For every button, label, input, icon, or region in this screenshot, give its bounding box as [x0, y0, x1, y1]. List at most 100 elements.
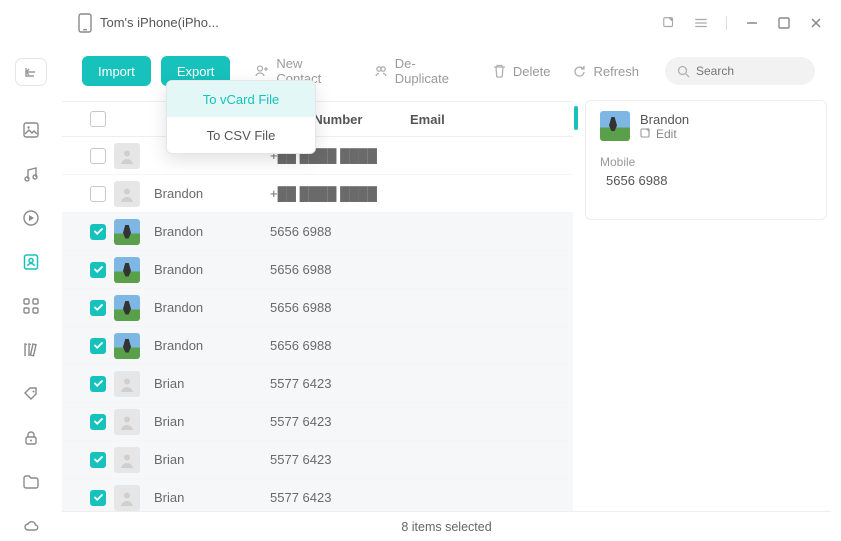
- cell-phone: 5577 6423: [270, 452, 410, 467]
- avatar-photo: [114, 333, 140, 359]
- toolbar: Import Export New Contact De-Duplicate D…: [62, 46, 831, 100]
- export-dropdown: To vCard File To CSV File: [166, 80, 316, 154]
- table-row[interactable]: Brandon5656 6988: [62, 327, 573, 365]
- trash-icon: [492, 63, 507, 79]
- delete-label: Delete: [513, 64, 551, 79]
- row-checkbox[interactable]: [90, 186, 106, 202]
- nav-photos[interactable]: [16, 115, 46, 145]
- refresh-label: Refresh: [593, 64, 639, 79]
- avatar-placeholder-icon: [114, 181, 140, 207]
- edit-note-icon[interactable]: [662, 16, 676, 30]
- cell-name: Brandon: [150, 338, 270, 353]
- nav-books[interactable]: [16, 335, 46, 365]
- import-button[interactable]: Import: [82, 56, 151, 86]
- cell-name: Brandon: [150, 300, 270, 315]
- row-checkbox[interactable]: [90, 452, 106, 468]
- nav-security[interactable]: [16, 423, 46, 453]
- minimize-icon[interactable]: [745, 16, 759, 30]
- row-checkbox[interactable]: [90, 300, 106, 316]
- titlebar: Tom's iPhone(iPho...: [0, 0, 841, 46]
- row-checkbox[interactable]: [90, 414, 106, 430]
- phone-icon: [78, 13, 92, 33]
- cell-phone: 5577 6423: [270, 414, 410, 429]
- export-to-vcard[interactable]: To vCard File: [167, 81, 315, 117]
- table-row[interactable]: Brandon5656 6988: [62, 289, 573, 327]
- pane-divider[interactable]: [573, 100, 579, 511]
- table-row[interactable]: Brian5577 6423: [62, 441, 573, 479]
- separator: [726, 16, 727, 30]
- table-row[interactable]: Brian5577 6423: [62, 403, 573, 441]
- device-label: Tom's iPhone(iPho...: [100, 15, 219, 30]
- table-body: +██ ████ ████Brandon+██ ████ ████Brandon…: [62, 137, 573, 511]
- delete-action[interactable]: Delete: [486, 56, 557, 86]
- cell-name: Brian: [150, 414, 270, 429]
- de-duplicate-label: De-Duplicate: [395, 56, 470, 86]
- cell-name: Brian: [150, 490, 270, 505]
- cell-phone: 5577 6423: [270, 376, 410, 391]
- row-checkbox[interactable]: [90, 262, 106, 278]
- table-row[interactable]: Brian5577 6423: [62, 479, 573, 511]
- maximize-icon[interactable]: [777, 16, 791, 30]
- avatar-photo: [114, 295, 140, 321]
- nav-files[interactable]: [16, 467, 46, 497]
- cell-name: Brandon: [150, 262, 270, 277]
- nav-cloud[interactable]: [16, 511, 46, 541]
- table-row[interactable]: Brandon5656 6988: [62, 251, 573, 289]
- main-split: Name Phone Number Email +██ ████ ████Bra…: [62, 100, 831, 511]
- refresh-icon: [572, 64, 587, 79]
- col-email[interactable]: Email: [410, 112, 573, 127]
- detail-field-label: Mobile: [600, 155, 812, 169]
- status-text: 8 items selected: [401, 520, 491, 534]
- avatar-placeholder-icon: [114, 371, 140, 397]
- row-checkbox[interactable]: [90, 338, 106, 354]
- cell-phone: 5656 6988: [270, 338, 410, 353]
- table-row[interactable]: Brandon+██ ████ ████: [62, 175, 573, 213]
- user-plus-icon: [254, 63, 270, 79]
- refresh-action[interactable]: Refresh: [566, 56, 645, 86]
- nav-tags[interactable]: [16, 379, 46, 409]
- pencil-icon: [640, 128, 652, 140]
- avatar-placeholder-icon: [114, 447, 140, 473]
- contact-detail: Brandon Edit Mobile 5656 6988: [585, 100, 827, 220]
- cell-name: Brandon: [150, 186, 270, 201]
- status-bar: 8 items selected: [62, 511, 831, 541]
- menu-icon[interactable]: [694, 16, 708, 30]
- export-to-csv[interactable]: To CSV File: [167, 117, 315, 153]
- cell-name: Brian: [150, 376, 270, 391]
- cell-phone: 5656 6988: [270, 262, 410, 277]
- contacts-table: Name Phone Number Email +██ ████ ████Bra…: [62, 100, 573, 511]
- close-icon[interactable]: [809, 16, 823, 30]
- detail-edit-label: Edit: [656, 127, 677, 141]
- row-checkbox[interactable]: [90, 376, 106, 392]
- nav-videos[interactable]: [16, 203, 46, 233]
- search-input[interactable]: [696, 64, 841, 78]
- row-checkbox[interactable]: [90, 224, 106, 240]
- cell-phone: 5577 6423: [270, 490, 410, 505]
- nav-apps[interactable]: [16, 291, 46, 321]
- avatar-photo: [114, 257, 140, 283]
- table-row[interactable]: Brandon5656 6988: [62, 213, 573, 251]
- cell-name: Brian: [150, 452, 270, 467]
- cell-phone: +██ ████ ████: [270, 186, 410, 201]
- left-rail: [0, 0, 62, 541]
- row-checkbox[interactable]: [90, 148, 106, 164]
- avatar-placeholder-icon: [114, 143, 140, 169]
- detail-name: Brandon: [640, 112, 689, 127]
- detail-avatar: [600, 111, 630, 141]
- select-all-checkbox[interactable]: [90, 111, 106, 127]
- cell-name: Brandon: [150, 224, 270, 239]
- table-row[interactable]: Brian5577 6423: [62, 365, 573, 403]
- duplicate-icon: [373, 63, 389, 79]
- search-box[interactable]: [665, 57, 815, 85]
- row-checkbox[interactable]: [90, 490, 106, 506]
- de-duplicate-action[interactable]: De-Duplicate: [367, 56, 476, 86]
- search-icon: [677, 65, 690, 78]
- cell-phone: 5656 6988: [270, 300, 410, 315]
- nav-contacts[interactable]: [16, 247, 46, 277]
- table-row[interactable]: +██ ████ ████: [62, 137, 573, 175]
- detail-edit-button[interactable]: Edit: [640, 127, 689, 141]
- back-button[interactable]: [15, 58, 47, 86]
- cell-phone: 5656 6988: [270, 224, 410, 239]
- nav-music[interactable]: [16, 159, 46, 189]
- table-header: Name Phone Number Email: [62, 101, 573, 137]
